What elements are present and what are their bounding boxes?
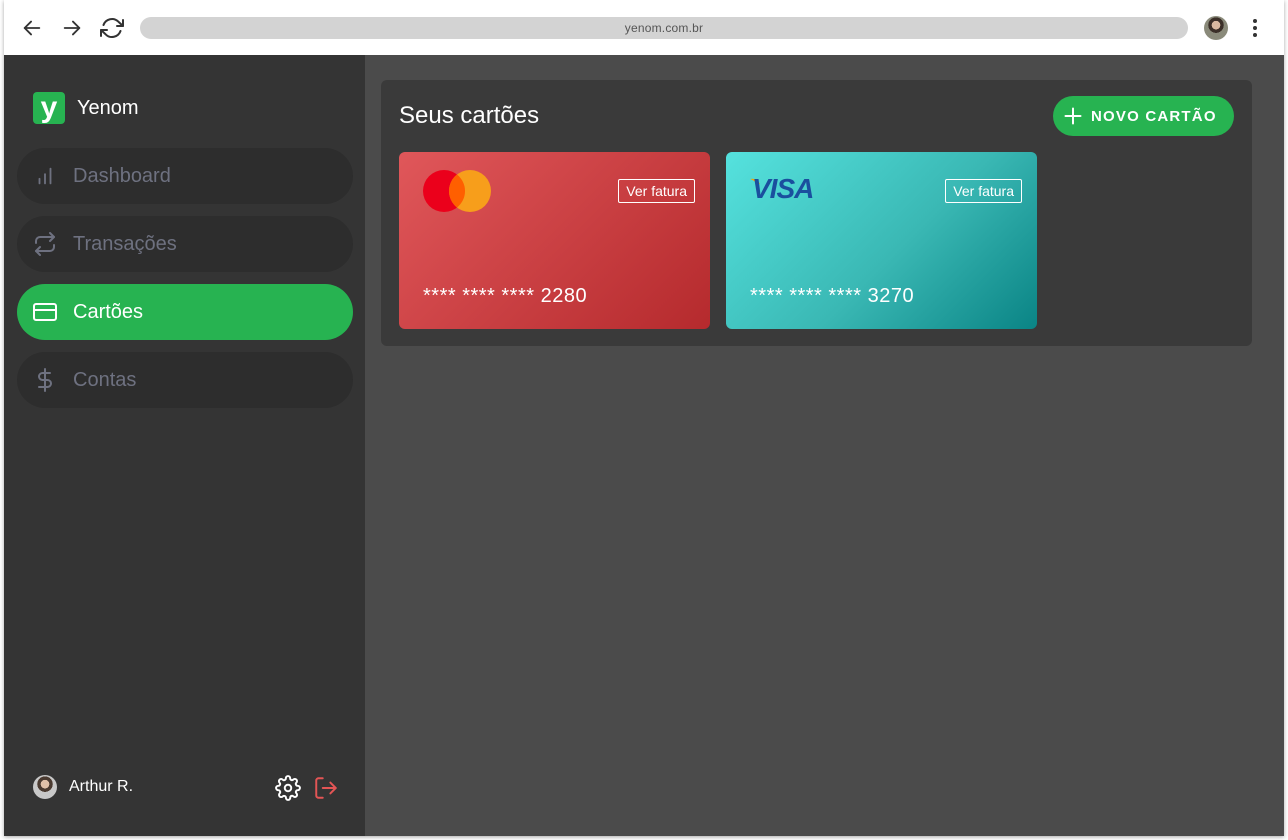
repeat-icon — [33, 232, 57, 256]
profile-avatar[interactable] — [1204, 16, 1228, 40]
visa-logo-icon: VISA — [750, 173, 814, 202]
view-invoice-button[interactable]: Ver fatura — [945, 179, 1022, 203]
back-button[interactable] — [18, 14, 46, 42]
dot — [1253, 19, 1257, 23]
credit-card-visa[interactable]: VISA Ver fatura **** **** **** 3270 — [726, 152, 1037, 329]
browser-toolbar: yenom.com.br — [4, 0, 1284, 55]
reload-button[interactable] — [98, 14, 126, 42]
logout-button[interactable] — [313, 775, 339, 801]
credit-card-icon — [33, 300, 57, 324]
sidebar-item-label: Contas — [73, 368, 137, 391]
cards-panel: Seus cartões NOVO CARTÃO Ver fatura ****… — [381, 80, 1252, 346]
settings-button[interactable] — [275, 775, 301, 801]
sidebar-item-label: Transações — [73, 232, 177, 255]
visa-logo-text: VISA — [752, 173, 813, 202]
app-root: y Yenom Dashboard Transações Cartões Con… — [4, 55, 1284, 836]
sidebar-item-contas[interactable]: Contas — [17, 352, 353, 408]
brand-logo: y — [33, 92, 65, 124]
sidebar-item-cartoes[interactable]: Cartões — [17, 284, 353, 340]
sidebar-item-dashboard[interactable]: Dashboard — [17, 148, 353, 204]
new-card-button[interactable]: NOVO CARTÃO — [1053, 96, 1234, 136]
user-profile[interactable]: Arthur R. — [33, 775, 133, 799]
user-name: Arthur R. — [69, 778, 134, 795]
credit-card-mastercard[interactable]: Ver fatura **** **** **** 2280 — [399, 152, 710, 329]
arrow-left-icon — [23, 20, 41, 36]
mastercard-logo-icon — [423, 170, 491, 212]
browser-menu-button[interactable] — [1247, 16, 1263, 40]
avatar — [33, 775, 57, 799]
refresh-icon — [100, 18, 124, 38]
forward-button[interactable] — [58, 14, 86, 42]
page-title: Seus cartões — [399, 102, 540, 129]
plus-icon — [1064, 107, 1082, 125]
view-invoice-button[interactable]: Ver fatura — [618, 179, 695, 203]
sidebar-item-transacoes[interactable]: Transações — [17, 216, 353, 272]
sidebar-item-label: Cartões — [73, 300, 144, 323]
arrow-right-icon — [63, 20, 81, 36]
card-number: **** **** **** 3270 — [750, 285, 915, 307]
brand-name: Yenom — [77, 96, 139, 119]
card-number: **** **** **** 2280 — [423, 285, 588, 307]
brand[interactable]: y Yenom — [33, 92, 139, 124]
gear-icon — [275, 775, 301, 801]
bar-chart-icon — [33, 164, 57, 188]
sidebar-item-label: Dashboard — [73, 164, 171, 187]
sidebar: y Yenom Dashboard Transações Cartões Con… — [4, 55, 365, 836]
dot — [1253, 26, 1257, 30]
browser-window: yenom.com.br y Yenom Dashboard Transaçõe… — [4, 0, 1284, 836]
new-card-label: NOVO CARTÃO — [1091, 107, 1217, 125]
dot — [1253, 33, 1257, 37]
address-bar[interactable]: yenom.com.br — [140, 17, 1188, 39]
logout-icon — [315, 777, 337, 799]
dollar-icon — [33, 368, 57, 392]
